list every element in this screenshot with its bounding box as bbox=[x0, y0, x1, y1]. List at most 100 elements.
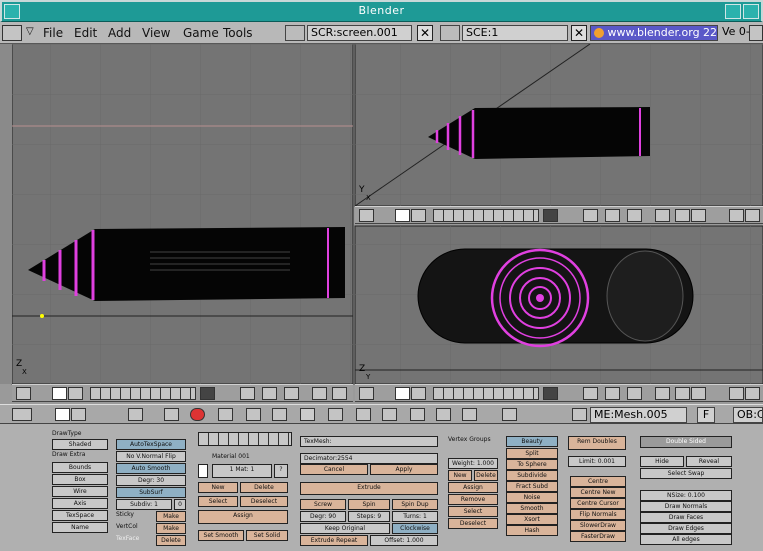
flip-normals-button[interactable]: Flip Normals bbox=[570, 509, 626, 520]
wire-button[interactable]: Wire bbox=[52, 486, 108, 497]
sound-buttons-icon[interactable] bbox=[356, 408, 371, 421]
home-icon[interactable] bbox=[71, 408, 86, 421]
delete-scene-icon[interactable]: ✕ bbox=[571, 25, 587, 41]
subdivide-button[interactable]: Subdivide bbox=[506, 470, 558, 481]
scroll-icon[interactable] bbox=[745, 387, 760, 400]
draw-faces-button[interactable]: Draw Faces bbox=[640, 512, 732, 523]
menu-file[interactable]: File bbox=[43, 26, 63, 40]
move-icon[interactable] bbox=[675, 209, 690, 222]
collapse-menu-triangle-icon[interactable]: ▽ bbox=[26, 26, 34, 37]
rotate-icon[interactable] bbox=[655, 209, 670, 222]
drawtype-menu[interactable]: Shaded bbox=[52, 439, 108, 450]
xsort-button[interactable]: Xsort bbox=[506, 514, 558, 525]
centre-button[interactable]: Centre bbox=[570, 476, 626, 487]
local-view-icon[interactable] bbox=[411, 209, 426, 222]
double-sided-button[interactable]: Double Sided bbox=[640, 436, 732, 448]
material-help-button[interactable]: ? bbox=[274, 464, 288, 478]
vgroup-assign-button[interactable]: Assign bbox=[448, 482, 498, 493]
camera-icon[interactable] bbox=[729, 387, 744, 400]
draw-mode-icon[interactable] bbox=[395, 209, 410, 222]
camera-icon[interactable] bbox=[729, 209, 744, 222]
subsurf-button[interactable]: SubSurf bbox=[116, 487, 186, 498]
radiosity-buttons-icon[interactable] bbox=[436, 408, 451, 421]
menu-add[interactable]: Add bbox=[108, 26, 131, 40]
animation-buttons-icon[interactable] bbox=[246, 408, 261, 421]
to-sphere-button[interactable]: To Sphere bbox=[506, 459, 558, 470]
decimator-cancel-button[interactable]: Cancel bbox=[300, 464, 368, 475]
degr-field[interactable]: Degr: 30 bbox=[116, 475, 186, 486]
vgroup-delete-button[interactable]: Delete bbox=[474, 470, 498, 481]
local-view-icon[interactable] bbox=[68, 387, 83, 400]
reveal-button[interactable]: Reveal bbox=[686, 456, 732, 467]
centre-cursor-button[interactable]: Centre Cursor bbox=[570, 498, 626, 509]
world-buttons-icon[interactable] bbox=[382, 408, 397, 421]
vgroup-select-button[interactable]: Select bbox=[448, 506, 498, 517]
view-icon[interactable] bbox=[240, 387, 255, 400]
render-buttons-icon[interactable] bbox=[502, 408, 517, 421]
top-viewport[interactable]: Y X bbox=[354, 44, 763, 207]
screen-name-field[interactable]: SCR:screen.001 bbox=[307, 25, 412, 41]
constraint-buttons-icon[interactable] bbox=[328, 408, 343, 421]
hash-button[interactable]: Hash bbox=[506, 525, 558, 536]
weight-field[interactable]: Weight: 1.000 bbox=[448, 458, 498, 469]
extrude-button[interactable]: Extrude bbox=[300, 482, 438, 495]
no-v-normal-flip-button[interactable]: No V.Normal Flip bbox=[116, 451, 186, 462]
subdiv-field[interactable]: Subdiv: 1 bbox=[116, 499, 172, 510]
material-delete-button[interactable]: Delete bbox=[240, 482, 288, 493]
material-index-field[interactable]: 1 Mat: 1 bbox=[212, 464, 272, 478]
clockwise-button[interactable]: Clockwise bbox=[392, 523, 438, 534]
view-icon[interactable] bbox=[583, 387, 598, 400]
viewport-area[interactable]: Z X Y X Z Y bbox=[0, 44, 763, 404]
paint-buttons-icon[interactable] bbox=[410, 408, 425, 421]
window-type-icon[interactable] bbox=[12, 408, 32, 421]
draw-edges-button[interactable]: Draw Edges bbox=[640, 523, 732, 534]
subdiv-render-field[interactable]: 0 bbox=[174, 499, 186, 510]
smooth-button[interactable]: Smooth bbox=[506, 503, 558, 514]
object-name-field[interactable]: OB:C bbox=[733, 407, 763, 423]
extrude-repeat-button[interactable]: Extrude Repeat bbox=[300, 535, 368, 546]
view-type-icon[interactable] bbox=[16, 387, 31, 400]
editing-buttons-icon[interactable] bbox=[300, 408, 315, 421]
material-buttons-icon[interactable] bbox=[190, 408, 205, 421]
move-icon[interactable] bbox=[675, 387, 690, 400]
fasterdraw-button[interactable]: FasterDraw bbox=[570, 531, 626, 542]
scroll-icon[interactable] bbox=[745, 209, 760, 222]
set-smooth-button[interactable]: Set Smooth bbox=[198, 530, 244, 541]
steps-field[interactable]: Steps: 9 bbox=[348, 511, 390, 522]
window-iconify-button[interactable] bbox=[725, 4, 741, 19]
script-buttons-icon[interactable] bbox=[462, 408, 477, 421]
zoom-icon[interactable] bbox=[691, 209, 706, 222]
select-swap-button[interactable]: Select Swap bbox=[640, 468, 732, 479]
texface-delete-button[interactable]: Delete bbox=[156, 535, 186, 546]
lock-icon[interactable] bbox=[543, 209, 558, 222]
lock-icon[interactable] bbox=[200, 387, 215, 400]
material-color-strip[interactable] bbox=[198, 432, 292, 446]
fract-subd-button[interactable]: Fract Subd bbox=[506, 481, 558, 492]
local-view-icon[interactable] bbox=[411, 387, 426, 400]
view-icon-2[interactable] bbox=[605, 387, 620, 400]
beauty-button[interactable]: Beauty bbox=[506, 436, 558, 447]
limit-field[interactable]: Limit: 0.001 bbox=[568, 456, 626, 467]
hide-button[interactable]: Hide bbox=[640, 456, 684, 467]
autotexspace-button[interactable]: AutoTexSpace bbox=[116, 439, 186, 450]
noise-button[interactable]: Noise bbox=[506, 492, 558, 503]
view-icon-2[interactable] bbox=[605, 209, 620, 222]
texmesh-field[interactable]: TexMesh: bbox=[300, 436, 438, 447]
scene-browse-button[interactable] bbox=[440, 25, 460, 41]
split-button[interactable]: Split bbox=[506, 448, 558, 459]
layer-buttons[interactable] bbox=[90, 387, 196, 400]
vertcol-make-button[interactable]: Make bbox=[156, 523, 186, 534]
texture-buttons-icon[interactable] bbox=[218, 408, 233, 421]
spin-button[interactable]: Spin bbox=[348, 499, 390, 510]
decimator-apply-button[interactable]: Apply bbox=[370, 464, 438, 475]
vgroup-remove-button[interactable]: Remove bbox=[448, 494, 498, 505]
sticky-make-button[interactable]: Make bbox=[156, 511, 186, 522]
material-deselect-button[interactable]: Deselect bbox=[240, 496, 288, 507]
texspace-button[interactable]: TexSpace bbox=[52, 510, 108, 521]
material-assign-button[interactable]: Assign bbox=[198, 510, 288, 524]
layer-buttons[interactable] bbox=[433, 209, 539, 222]
view-buttons-icon[interactable] bbox=[128, 408, 143, 421]
bounds-button[interactable]: Bounds bbox=[52, 462, 108, 473]
material-color-swatch[interactable] bbox=[198, 464, 208, 478]
spin-dup-button[interactable]: Spin Dup bbox=[392, 499, 438, 510]
